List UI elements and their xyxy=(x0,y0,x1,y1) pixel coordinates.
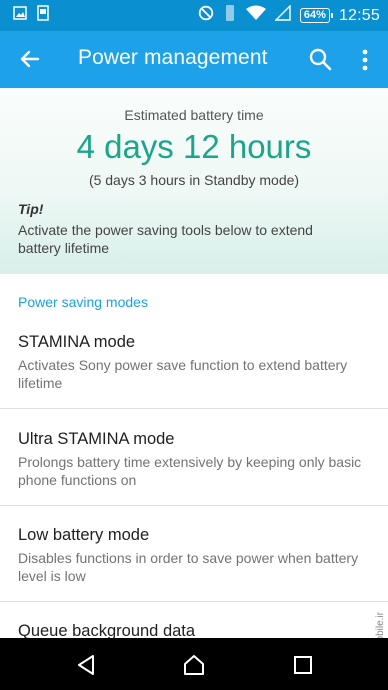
navigation-bar xyxy=(0,638,388,690)
nav-recents-icon[interactable] xyxy=(291,653,315,677)
item-subtitle: Activates Sony power save function to ex… xyxy=(18,357,348,391)
search-icon[interactable] xyxy=(306,45,334,73)
page-title: Power management xyxy=(78,46,268,69)
standby-estimate: (5 days 3 hours in Standby mode) xyxy=(88,172,300,188)
estimated-label: Estimated battery time xyxy=(124,107,264,123)
wifi-icon xyxy=(245,5,266,26)
item-title: Low battery mode xyxy=(18,526,150,544)
nav-home-icon[interactable] xyxy=(182,653,206,677)
list-item-ultra-stamina-mode[interactable]: Ultra STAMINA mode Prolongs battery time… xyxy=(0,430,388,506)
nav-back-icon[interactable] xyxy=(74,653,98,677)
battery-time-estimate: 4 days 12 hours xyxy=(76,128,312,165)
battery-indicator: 64% xyxy=(299,8,333,23)
more-options-icon[interactable] xyxy=(356,46,374,74)
item-subtitle: Prolongs battery time extensively by kee… xyxy=(18,454,362,488)
status-bar: 64% 12:55 xyxy=(0,0,388,31)
screenshot-notification-icon xyxy=(37,5,49,26)
item-subtitle: Disables functions in order to save powe… xyxy=(18,550,359,584)
battery-estimate-panel: Estimated battery time 4 days 12 hours (… xyxy=(0,88,388,274)
list-item-stamina-mode[interactable]: STAMINA mode Activates Sony power save f… xyxy=(0,333,388,409)
signal-icon xyxy=(274,4,291,26)
do-not-disturb-icon xyxy=(198,5,214,26)
app-bar: Power management xyxy=(0,31,388,88)
section-header-power-saving-modes: Power saving modes xyxy=(18,294,148,310)
item-title: Ultra STAMINA mode xyxy=(18,430,175,448)
list-item-low-battery-mode[interactable]: Low battery mode Disables functions in o… xyxy=(0,526,388,602)
item-title: STAMINA mode xyxy=(18,333,136,351)
tip-title: Tip! xyxy=(18,201,44,217)
vibrate-icon xyxy=(223,4,237,27)
tip-body: Activate the power saving tools below to… xyxy=(18,222,313,256)
status-time: 12:55 xyxy=(338,6,380,24)
gallery-notification-icon xyxy=(13,6,27,25)
back-arrow-icon[interactable] xyxy=(16,45,44,73)
